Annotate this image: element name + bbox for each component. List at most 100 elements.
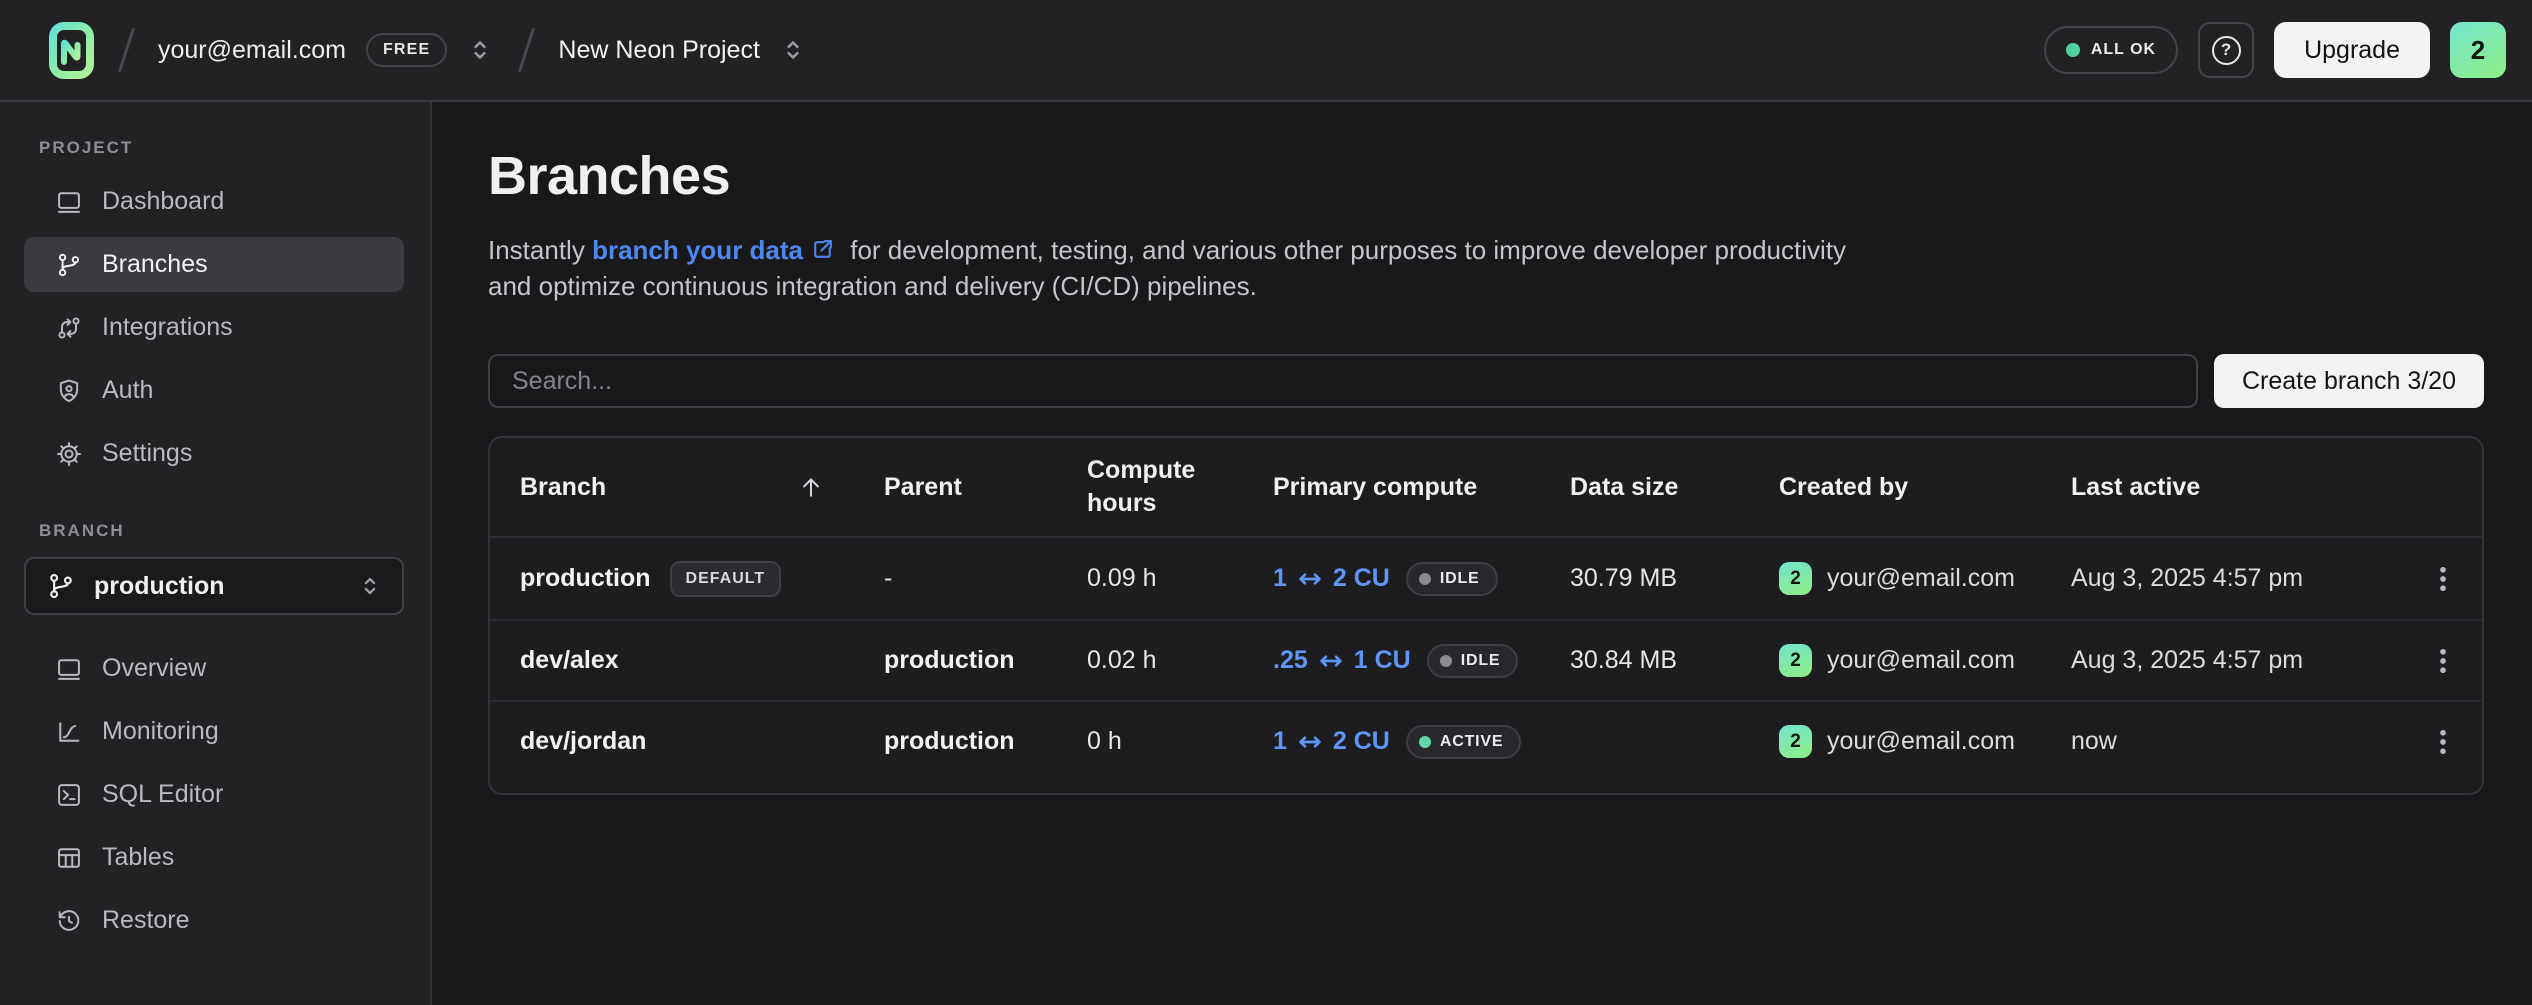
create-branch-button[interactable]: Create branch 3/20	[2214, 354, 2484, 408]
compute-range-link[interactable]: 12 CU	[1273, 563, 1390, 595]
creator-email: your@email.com	[1827, 727, 2015, 756]
table-row-production[interactable]: productionDEFAULT - 0.09 h 12 CU IDLE 30…	[490, 538, 2482, 619]
branches-table: Branch Parent Compute hours Primary comp…	[488, 436, 2484, 795]
column-header-parent: Parent	[884, 473, 1087, 502]
branch-your-data-link[interactable]: branch your data	[592, 235, 803, 265]
sidebar-item-monitoring[interactable]: Monitoring	[24, 704, 404, 759]
chevron-up-down-icon	[778, 35, 808, 65]
column-header-compute-hours: Compute hours	[1087, 454, 1273, 520]
table-row-dev-alex[interactable]: dev/alex production 0.02 h .251 CU IDLE …	[490, 619, 2482, 700]
chevron-up-down-icon	[356, 572, 384, 600]
compute-range-link[interactable]: .251 CU	[1273, 645, 1411, 677]
restore-icon	[55, 907, 83, 935]
creator-email: your@email.com	[1827, 564, 2015, 593]
system-status-pill[interactable]: ALL OK	[2044, 26, 2178, 74]
column-header-created-by: Created by	[1779, 473, 2071, 502]
overview-icon	[55, 655, 83, 683]
tables-icon	[55, 844, 83, 872]
settings-icon	[55, 440, 83, 468]
last-active-cell: Aug 3, 2025 4:57 pm	[2071, 646, 2431, 675]
breadcrumb-slash	[118, 28, 135, 73]
sort-ascending-icon[interactable]	[796, 472, 826, 502]
autoscale-arrow-icon	[1294, 563, 1326, 595]
sidebar-item-label: Auth	[102, 376, 153, 405]
compute-status-badge: IDLE	[1427, 644, 1519, 678]
user-avatar[interactable]: 2	[2450, 22, 2506, 78]
kebab-menu-icon	[2426, 725, 2460, 759]
main-content: Branches Instantly branch your data for …	[432, 102, 2532, 1005]
page-title: Branches	[488, 146, 2484, 206]
sidebar-item-overview[interactable]: Overview	[24, 641, 404, 696]
creator-avatar: 2	[1779, 562, 1812, 595]
page-description: Instantly branch your data for developme…	[488, 232, 2484, 304]
sidebar-item-restore[interactable]: Restore	[24, 893, 404, 948]
autoscale-arrow-icon	[1294, 726, 1326, 758]
dashboard-icon	[55, 188, 83, 216]
help-button[interactable]: ?	[2198, 22, 2254, 78]
sidebar-item-label: Integrations	[102, 313, 233, 342]
status-ok-label: ALL OK	[2091, 41, 2156, 59]
sidebar-section-branch: BRANCH	[39, 521, 404, 541]
row-menu-button[interactable]	[2426, 639, 2460, 683]
branch-name-link[interactable]: production	[520, 564, 651, 593]
sidebar-section-project: PROJECT	[39, 138, 404, 158]
table-row-dev-jordan[interactable]: dev/jordan production 0 h 12 CU ACTIVE 2…	[490, 700, 2482, 781]
integrations-icon	[55, 314, 83, 342]
chevron-up-down-icon	[465, 35, 495, 65]
row-menu-button[interactable]	[2426, 557, 2460, 601]
creator-avatar: 2	[1779, 644, 1812, 677]
sidebar-item-tables[interactable]: Tables	[24, 830, 404, 885]
kebab-menu-icon	[2426, 644, 2460, 678]
org-switcher[interactable]: your@email.com FREE	[158, 33, 495, 67]
branch-selector[interactable]: production	[24, 557, 404, 615]
sidebar-item-label: Monitoring	[102, 717, 219, 746]
column-header-data-size: Data size	[1570, 473, 1779, 502]
default-badge: DEFAULT	[670, 561, 782, 597]
sidebar-item-settings[interactable]: Settings	[24, 426, 404, 481]
branch-name-link[interactable]: dev/jordan	[520, 727, 646, 756]
sidebar-item-branches[interactable]: Branches	[24, 237, 404, 292]
column-header-last-active: Last active	[2071, 473, 2431, 502]
branch-name-link[interactable]: dev/alex	[520, 646, 619, 675]
active-dot-icon	[1419, 736, 1431, 748]
parent-cell: production	[884, 646, 1087, 675]
compute-status-badge: IDLE	[1406, 562, 1498, 596]
org-email: your@email.com	[158, 36, 346, 65]
monitoring-icon	[55, 718, 83, 746]
row-menu-button[interactable]	[2426, 720, 2460, 764]
compute-range-link[interactable]: 12 CU	[1273, 726, 1390, 758]
sidebar-item-integrations[interactable]: Integrations	[24, 300, 404, 355]
plan-badge: FREE	[366, 33, 447, 67]
parent-cell: -	[884, 564, 1087, 593]
compute-status-badge: ACTIVE	[1406, 725, 1521, 759]
parent-cell: production	[884, 727, 1087, 756]
last-active-cell: now	[2071, 727, 2431, 756]
compute-hours-cell: 0 h	[1087, 727, 1273, 756]
compute-hours-cell: 0.02 h	[1087, 646, 1273, 675]
sidebar-item-label: SQL Editor	[102, 780, 223, 809]
sidebar-item-sql-editor[interactable]: SQL Editor	[24, 767, 404, 822]
autoscale-arrow-icon	[1315, 645, 1347, 677]
idle-dot-icon	[1419, 573, 1431, 585]
last-active-cell: Aug 3, 2025 4:57 pm	[2071, 564, 2431, 593]
neon-console: your@email.com FREE New Neon Project ALL…	[0, 0, 2532, 1005]
idle-dot-icon	[1440, 655, 1452, 667]
upgrade-button[interactable]: Upgrade	[2274, 22, 2430, 78]
column-header-primary-compute: Primary compute	[1273, 473, 1570, 502]
breadcrumb-slash	[518, 28, 535, 73]
data-size-cell: 30.84 MB	[1570, 646, 1779, 675]
sidebar-item-auth[interactable]: Auth	[24, 363, 404, 418]
status-ok-dot-icon	[2066, 43, 2080, 57]
sidebar-item-label: Settings	[102, 439, 192, 468]
search-input[interactable]	[488, 354, 2198, 408]
column-header-branch: Branch	[520, 472, 884, 502]
neon-logo-icon[interactable]	[48, 21, 95, 80]
project-switcher[interactable]: New Neon Project	[558, 35, 807, 65]
sidebar-item-dashboard[interactable]: Dashboard	[24, 174, 404, 229]
external-link-icon	[810, 237, 835, 262]
creator-avatar: 2	[1779, 725, 1812, 758]
table-header-row: Branch Parent Compute hours Primary comp…	[490, 438, 2482, 538]
selected-branch: production	[94, 572, 225, 601]
creator-email: your@email.com	[1827, 646, 2015, 675]
sidebar-item-label: Restore	[102, 906, 190, 935]
